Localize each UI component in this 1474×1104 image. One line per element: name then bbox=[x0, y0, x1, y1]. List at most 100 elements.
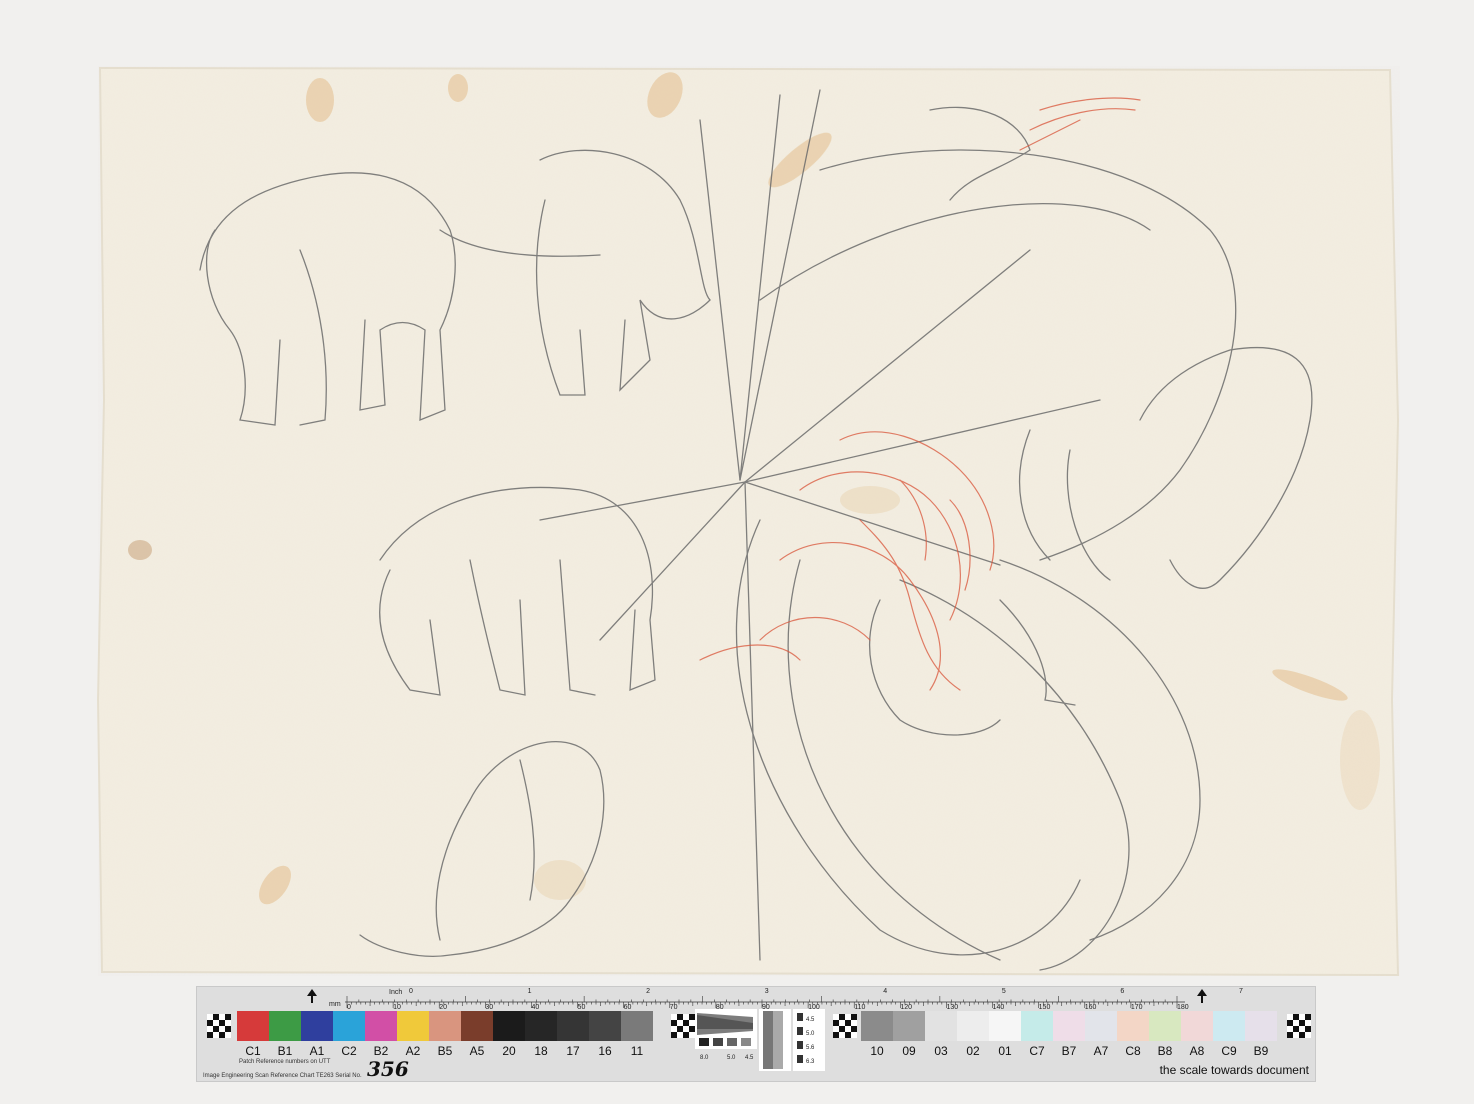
ruler-inch-label: 1 bbox=[527, 988, 532, 995]
ruler-mm-label: 40 bbox=[531, 1004, 540, 1011]
checker-target-left bbox=[207, 1014, 231, 1038]
patch-label: 11 bbox=[630, 1044, 644, 1058]
ruler-inch-label: 7 bbox=[1239, 988, 1243, 995]
color-patch: C8 bbox=[1117, 1011, 1149, 1058]
patch-label: B7 bbox=[1061, 1044, 1077, 1058]
color-patch: 16 bbox=[589, 1011, 621, 1058]
patch-label: 10 bbox=[870, 1044, 884, 1058]
ruler-inch-label: 4 bbox=[883, 988, 888, 995]
chart-brand-text: Image Engineering Scan Reference Chart T… bbox=[203, 1073, 362, 1079]
gray-scale-number: 4.5 bbox=[806, 1017, 815, 1023]
color-patch: 02 bbox=[957, 1011, 989, 1058]
ruler-mm-label: 20 bbox=[439, 1004, 448, 1011]
ruler-mm-label: 10 bbox=[393, 1004, 401, 1011]
patch-label: B1 bbox=[277, 1044, 293, 1058]
checker-target-right bbox=[1287, 1014, 1311, 1038]
gray-scale-number: 8.0 bbox=[700, 1055, 709, 1061]
serial-number: 356 bbox=[367, 1057, 409, 1081]
color-patch: B2 bbox=[365, 1011, 397, 1058]
ruler-mm-label: 50 bbox=[577, 1004, 586, 1011]
gray-step-target bbox=[759, 1009, 791, 1071]
color-patch: A7 bbox=[1085, 1011, 1117, 1058]
color-patch: 18 bbox=[525, 1011, 557, 1058]
color-patch: B1 bbox=[269, 1011, 301, 1058]
patch-label: 18 bbox=[534, 1044, 548, 1058]
patch-label: 16 bbox=[598, 1044, 612, 1058]
patch-label: 01 bbox=[998, 1044, 1012, 1058]
color-patch: B8 bbox=[1149, 1011, 1181, 1058]
patch-label: A7 bbox=[1093, 1044, 1109, 1058]
ruler-mm-label: 160 bbox=[1084, 1004, 1097, 1011]
color-patch: A5 bbox=[461, 1011, 493, 1058]
color-patch: C2 bbox=[333, 1011, 365, 1058]
patch-label: A5 bbox=[469, 1044, 485, 1058]
ruler-mm-label: 30 bbox=[485, 1004, 494, 1011]
ruler-mm-label: 120 bbox=[900, 1004, 913, 1011]
ruler-unit-mm: mm bbox=[329, 1001, 341, 1008]
gray-scale-number: 4.5 bbox=[745, 1055, 754, 1061]
gray-scale-number: 5.0 bbox=[727, 1055, 736, 1061]
gray-scale-number: 5.6 bbox=[806, 1045, 815, 1051]
ruler-mm-label: 130 bbox=[946, 1004, 959, 1011]
ruler-mm-label: 0 bbox=[347, 1004, 351, 1011]
checker-target-mid-right bbox=[833, 1014, 857, 1038]
patch-label: A8 bbox=[1189, 1044, 1205, 1058]
ruler-mm-label: 110 bbox=[854, 1004, 866, 1011]
patch-label: 02 bbox=[966, 1044, 980, 1058]
color-patch: B5 bbox=[429, 1011, 461, 1058]
patch-label: C8 bbox=[1125, 1044, 1141, 1058]
ruler-unit-inch: Inch bbox=[389, 989, 403, 996]
patch-label: 09 bbox=[902, 1044, 916, 1058]
color-patch: C9 bbox=[1213, 1011, 1245, 1058]
drawing-sheet bbox=[96, 66, 1400, 977]
ruler-mm-label: 140 bbox=[992, 1004, 1005, 1011]
up-arrow-icon bbox=[307, 989, 317, 1003]
color-patch: A2 bbox=[397, 1011, 429, 1058]
patch-label: B2 bbox=[373, 1044, 389, 1058]
patch-label: B8 bbox=[1157, 1044, 1173, 1058]
patch-label: B5 bbox=[437, 1044, 453, 1058]
ruler-inch-label: 5 bbox=[1001, 988, 1006, 995]
patch-label: A2 bbox=[405, 1044, 421, 1058]
color-patch: B7 bbox=[1053, 1011, 1085, 1058]
right-color-patches: 10 09 03 02 01 C7 B7 A7 C8 B8 A8 C9 B9 bbox=[861, 1011, 1277, 1058]
checker-target-mid bbox=[671, 1014, 695, 1038]
color-patch: C7 bbox=[1021, 1011, 1053, 1058]
ruler-mm-label: 170 bbox=[1130, 1004, 1143, 1011]
scan-reference-chart: mm Inch 0 10 20 30 40 50 60 70 80 90 100 110 120 130 1… bbox=[196, 986, 1316, 1082]
gray-wedge-target bbox=[695, 1009, 757, 1049]
patch-label: A1 bbox=[309, 1044, 325, 1058]
ruler-mm-label: 60 bbox=[623, 1004, 632, 1011]
patch-label: C7 bbox=[1029, 1044, 1045, 1058]
patch-label: 03 bbox=[934, 1044, 948, 1058]
patch-label: C9 bbox=[1221, 1044, 1237, 1058]
ruler-inch-label: 3 bbox=[764, 988, 769, 995]
color-patch: 17 bbox=[557, 1011, 589, 1058]
patch-label: C2 bbox=[341, 1044, 357, 1058]
ruler-inch-label: 2 bbox=[646, 988, 651, 995]
patch-label: B9 bbox=[1253, 1044, 1269, 1058]
gray-scale-number: 6.3 bbox=[806, 1059, 815, 1065]
ruler-mm-label: 70 bbox=[669, 1004, 678, 1011]
color-patch: A8 bbox=[1181, 1011, 1213, 1058]
ruler-mm-label: 150 bbox=[1038, 1004, 1051, 1011]
up-arrow-icon bbox=[1197, 989, 1207, 1003]
patch-label: C1 bbox=[245, 1044, 261, 1058]
ruler-mm-label: 180 bbox=[1177, 1004, 1189, 1011]
color-patch: 03 bbox=[925, 1011, 957, 1058]
patch-label: 20 bbox=[502, 1044, 516, 1058]
ruler-inch-label: 6 bbox=[1120, 988, 1125, 995]
color-patch: 09 bbox=[893, 1011, 925, 1058]
ruler-inch-label: 0 bbox=[409, 988, 413, 995]
color-patch: 01 bbox=[989, 1011, 1021, 1058]
patch-label: 17 bbox=[566, 1044, 580, 1058]
color-patch: 10 bbox=[861, 1011, 893, 1058]
left-color-patches: C1 B1 A1 C2 B2 A2 B5 A5 20 18 17 16 11 bbox=[237, 1011, 653, 1058]
color-patch: 20 bbox=[493, 1011, 525, 1058]
color-patch: A1 bbox=[301, 1011, 333, 1058]
chart-caption: the scale towards document bbox=[1159, 1063, 1309, 1077]
color-patch: B9 bbox=[1245, 1011, 1277, 1058]
patch-reference-text: Patch Reference numbers on UTT bbox=[239, 1059, 331, 1065]
color-patch: C1 bbox=[237, 1011, 269, 1058]
color-patch: 11 bbox=[621, 1011, 653, 1058]
